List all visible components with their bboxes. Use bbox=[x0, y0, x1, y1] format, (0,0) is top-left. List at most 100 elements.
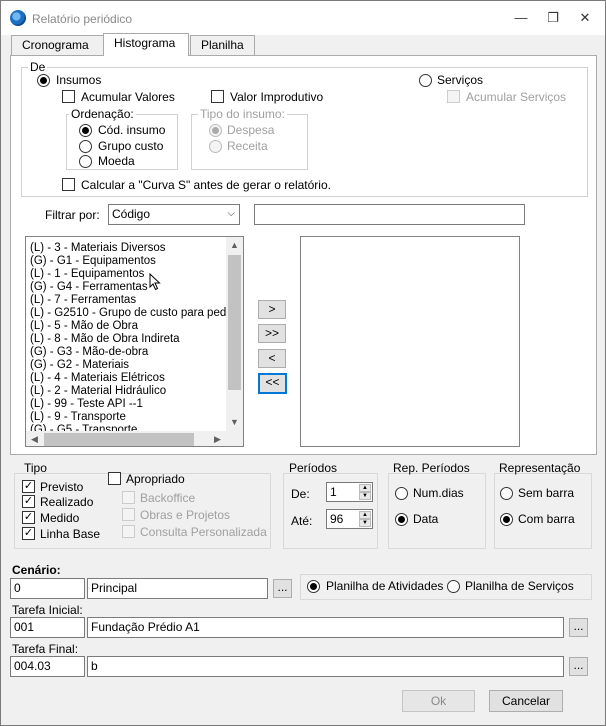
tarefa-final-code-input[interactable]: 004.03 bbox=[10, 656, 85, 677]
add-button[interactable]: > bbox=[258, 300, 286, 319]
realizado-checkbox[interactable]: ✓ bbox=[22, 495, 35, 508]
apropriado-checkbox[interactable] bbox=[108, 472, 121, 485]
filter-select[interactable]: Código ⌵ bbox=[108, 204, 240, 225]
list-item[interactable]: (L) - 7 - Ferramentas bbox=[30, 294, 136, 307]
com-barra-radio[interactable] bbox=[500, 513, 513, 526]
servicos-radio[interactable] bbox=[419, 74, 432, 87]
minimize-icon[interactable]: — bbox=[511, 9, 531, 27]
medido-checkbox[interactable]: ✓ bbox=[22, 511, 35, 524]
tipo-despesa-radio[interactable] bbox=[209, 124, 222, 137]
tab-cronograma[interactable]: Cronograma bbox=[11, 35, 104, 56]
data-label: Data bbox=[413, 512, 439, 526]
valor-improdutivo-label: Valor Improdutivo bbox=[230, 90, 324, 104]
tarefa-final-name-input[interactable]: b bbox=[87, 656, 564, 677]
scroll-thumb[interactable] bbox=[228, 255, 241, 390]
list-horizontal-scrollbar[interactable]: ◀ ▶ bbox=[26, 431, 243, 446]
rep-periodos-section bbox=[388, 473, 486, 549]
list-item[interactable]: (L) - 3 - Materiais Diversos bbox=[30, 242, 165, 255]
backoffice-checkbox[interactable] bbox=[122, 491, 135, 504]
dialog-window: Relatório periódico — ❐ ✕ Cronograma His… bbox=[0, 0, 606, 726]
periodos-de-stepper[interactable]: 1 ▲ ▼ bbox=[326, 482, 373, 502]
obras-projetos-label: Obras e Projetos bbox=[140, 508, 231, 522]
list-item[interactable]: (L) - 8 - Mão de Obra Indireta bbox=[30, 333, 180, 346]
list-item[interactable]: (L) - 5 - Mão de Obra bbox=[30, 320, 138, 333]
obras-projetos-checkbox[interactable] bbox=[122, 508, 135, 521]
scroll-up-icon[interactable]: ▲ bbox=[226, 237, 243, 254]
list-item[interactable]: (G) - G4 - Ferramentas bbox=[30, 281, 148, 294]
tarefa-inicial-name-input[interactable]: Fundação Prédio A1 bbox=[87, 617, 564, 638]
tab-planilha[interactable]: Planilha bbox=[190, 35, 255, 56]
add-all-button[interactable]: >> bbox=[258, 324, 286, 343]
list-item[interactable]: (L) - 9 - Transporte bbox=[30, 411, 126, 424]
stepper-down-icon[interactable]: ▼ bbox=[359, 492, 371, 500]
servicos-label: Serviços bbox=[437, 73, 484, 87]
cenario-browse-button[interactable]: ... bbox=[273, 579, 292, 598]
planilha-servicos-radio[interactable] bbox=[447, 580, 460, 593]
stepper-up-icon[interactable]: ▲ bbox=[359, 484, 371, 492]
tarefa-final-browse-button[interactable]: ... bbox=[569, 657, 588, 676]
list-item[interactable]: (L) - 4 - Materiais Elétricos bbox=[30, 372, 165, 385]
available-items-list[interactable]: (L) - 3 - Materiais Diversos (G) - G1 - E… bbox=[25, 236, 244, 447]
list-item[interactable]: (L) - 2 - Material Hidráulico bbox=[30, 385, 166, 398]
chevron-down-icon: ⌵ bbox=[227, 208, 235, 219]
remove-button[interactable]: < bbox=[258, 349, 286, 368]
planilha-atividades-radio[interactable] bbox=[307, 580, 320, 593]
cancel-button[interactable]: Cancelar bbox=[489, 690, 563, 712]
filter-text-input[interactable] bbox=[254, 204, 525, 225]
remove-all-button[interactable]: << bbox=[258, 373, 287, 394]
list-item[interactable]: (L) - 1 - Equipamentos bbox=[30, 268, 144, 281]
scroll-right-icon[interactable]: ▶ bbox=[209, 431, 226, 446]
scroll-down-icon[interactable]: ▼ bbox=[226, 414, 243, 431]
tarefa-inicial-code-input[interactable]: 001 bbox=[10, 617, 85, 638]
data-radio[interactable] bbox=[395, 513, 408, 526]
linha-base-checkbox[interactable]: ✓ bbox=[22, 527, 35, 540]
periodos-ate-stepper[interactable]: 96 ▲ ▼ bbox=[326, 509, 373, 529]
ordenacao-grupo-custo-radio[interactable] bbox=[79, 140, 92, 153]
tab-label: Histograma bbox=[114, 36, 176, 50]
ordenacao-moeda-radio[interactable] bbox=[79, 155, 92, 168]
consulta-personalizada-checkbox[interactable] bbox=[122, 525, 135, 538]
cenario-name-input[interactable]: Principal bbox=[87, 578, 268, 599]
list-item[interactable]: (L) - 99 - Teste API --1 bbox=[30, 398, 143, 411]
tarefa-inicial-browse-button[interactable]: ... bbox=[569, 618, 588, 637]
de-group-label: De bbox=[28, 60, 48, 74]
insumos-radio[interactable] bbox=[37, 74, 50, 87]
planilha-atividades-label: Planilha de Atividades bbox=[326, 579, 444, 593]
acumular-valores-label: Acumular Valores bbox=[81, 90, 175, 104]
acumular-valores-checkbox[interactable] bbox=[62, 90, 75, 103]
cenario-code-input[interactable]: 0 bbox=[10, 578, 85, 599]
ordenacao-cod-insumo-radio[interactable] bbox=[79, 124, 92, 137]
stepper-down-icon[interactable]: ▼ bbox=[359, 519, 371, 527]
consulta-personalizada-label: Consulta Personalizada bbox=[140, 525, 267, 539]
tipo-receita-radio[interactable] bbox=[209, 140, 222, 153]
acumular-servicos-checkbox[interactable] bbox=[447, 90, 460, 103]
window-title: Relatório periódico bbox=[32, 12, 133, 26]
selected-items-list[interactable] bbox=[300, 236, 520, 447]
realizado-label: Realizado bbox=[40, 495, 94, 509]
list-item[interactable]: (G) - G1 - Equipamentos bbox=[30, 255, 156, 268]
curva-s-checkbox[interactable] bbox=[62, 178, 75, 191]
maximize-icon[interactable]: ❐ bbox=[543, 9, 563, 27]
list-item[interactable]: (G) - G3 - Mão-de-obra bbox=[30, 346, 148, 359]
num-dias-radio[interactable] bbox=[395, 487, 408, 500]
ok-button[interactable]: Ok bbox=[402, 690, 475, 712]
representacao-section bbox=[494, 473, 592, 549]
scroll-left-icon[interactable]: ◀ bbox=[26, 431, 43, 446]
periodos-title: Períodos bbox=[289, 461, 338, 475]
ordenacao-grupo-custo-label: Grupo custo bbox=[98, 139, 164, 153]
periodos-ate-label: Até: bbox=[291, 514, 313, 528]
tarefa-final-label: Tarefa Final: bbox=[12, 642, 79, 656]
close-icon[interactable]: ✕ bbox=[575, 9, 595, 27]
tarefa-inicial-label: Tarefa Inicial: bbox=[12, 603, 83, 617]
list-item[interactable]: (L) - G2510 - Grupo de custo para pedido bbox=[30, 307, 242, 320]
previsto-checkbox[interactable]: ✓ bbox=[22, 480, 35, 493]
planilha-servicos-label: Planilha de Serviços bbox=[465, 579, 574, 593]
tab-histograma[interactable]: Histograma bbox=[103, 33, 189, 56]
valor-improdutivo-checkbox[interactable] bbox=[211, 90, 224, 103]
list-item[interactable]: (G) - G2 - Materiais bbox=[30, 359, 129, 372]
sem-barra-radio[interactable] bbox=[500, 487, 513, 500]
list-vertical-scrollbar[interactable]: ▲ ▼ bbox=[226, 237, 243, 431]
tipo-insumo-label: Tipo do insumo: bbox=[198, 107, 287, 121]
h-scroll-thumb[interactable] bbox=[44, 433, 194, 446]
stepper-up-icon[interactable]: ▲ bbox=[359, 511, 371, 519]
